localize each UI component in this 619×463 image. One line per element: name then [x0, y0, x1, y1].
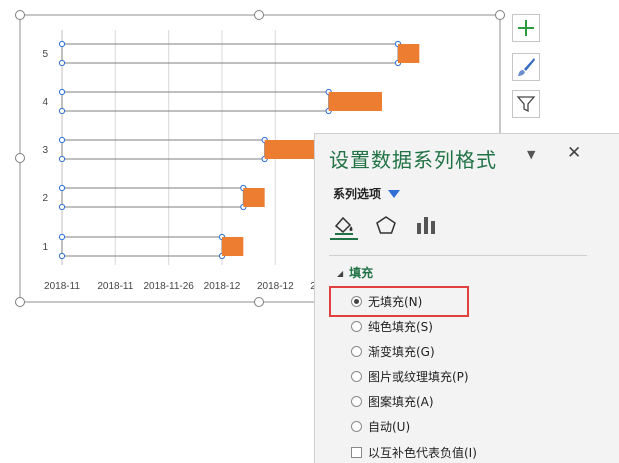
filter-icon — [516, 96, 536, 113]
highlight-annotation — [329, 286, 469, 317]
pane-title: 设置数据系列格式 — [329, 148, 497, 172]
close-icon[interactable]: ✕ — [567, 145, 581, 162]
chart-styles-button[interactable] — [512, 53, 540, 81]
selection-handle — [58, 155, 66, 163]
chevron-down-icon[interactable] — [388, 190, 400, 198]
selection-handle — [58, 40, 66, 48]
picture-fill-option[interactable]: 图片或纹理填充(P) — [351, 366, 469, 386]
pane-menu-button[interactable]: ▼ — [527, 148, 535, 161]
automatic-fill-option[interactable]: 自动(U) — [351, 416, 410, 436]
chart-resize-handle — [254, 297, 264, 307]
option-label: 图案填充(A) — [368, 394, 434, 409]
y-tick-label: 2 — [42, 193, 48, 204]
x-tick-label: 2018-11 — [44, 281, 80, 292]
checkbox[interactable] — [351, 446, 362, 458]
chart-resize-handle — [15, 153, 25, 163]
y-tick-label: 1 — [42, 242, 48, 253]
chart-resize-handle — [15, 10, 25, 20]
chart-elements-button[interactable] — [512, 14, 540, 42]
selection-handle — [58, 203, 66, 211]
series-options-icon[interactable] — [414, 214, 438, 236]
format-data-series-pane[interactable]: 设置数据系列格式 ▼ ✕ 系列选项 ◢ 填充 无填充(N) 纯色填充(S) 渐变填… — [314, 133, 619, 463]
radio-button[interactable] — [351, 320, 362, 332]
option-label: 以互补色代表负值(I) — [368, 445, 477, 460]
x-tick-label: 2018-12 — [257, 281, 294, 292]
collapse-triangle-icon: ◢ — [337, 269, 344, 278]
invert-if-negative-option[interactable]: 以互补色代表负值(I) — [351, 442, 477, 462]
solid-fill-option[interactable]: 纯色填充(S) — [351, 316, 433, 336]
chart-resize-handle — [254, 10, 264, 20]
brush-icon — [518, 58, 535, 76]
x-tick-label: 2018-11-26 — [143, 281, 194, 292]
y-tick-label: 3 — [42, 145, 48, 156]
y-tick-label: 4 — [42, 97, 48, 108]
selection-handle — [58, 233, 66, 241]
option-label: 图片或纹理填充(P) — [368, 369, 469, 384]
option-label: 纯色填充(S) — [368, 319, 433, 334]
x-tick-label: 2018-11 — [97, 281, 133, 292]
chart-resize-handle — [495, 10, 505, 20]
fill-section-label: 填充 — [349, 266, 374, 280]
selection-handle — [58, 107, 66, 115]
selection-handle — [58, 184, 66, 192]
radio-button[interactable] — [351, 420, 362, 432]
active-tab-indicator — [330, 238, 358, 240]
chart-filters-button[interactable] — [512, 90, 540, 118]
selection-handle — [58, 252, 66, 260]
radio-button[interactable] — [351, 345, 362, 357]
selection-handle — [58, 136, 66, 144]
x-tick-label: 2018-12 — [204, 281, 241, 292]
pattern-fill-option[interactable]: 图案填充(A) — [351, 391, 434, 411]
selection-handle — [58, 88, 66, 96]
effects-icon[interactable] — [374, 214, 398, 236]
option-label: 自动(U) — [368, 419, 411, 434]
duration-bar — [243, 188, 265, 207]
radio-button[interactable] — [351, 395, 362, 407]
option-label: 渐变填充(G) — [368, 344, 435, 359]
plus-icon — [518, 20, 534, 36]
divider — [329, 255, 587, 256]
series-options-dropdown[interactable]: 系列选项 — [333, 185, 381, 202]
duration-bar — [398, 44, 420, 63]
duration-bar — [328, 92, 382, 111]
chart-resize-handle — [15, 297, 25, 307]
y-tick-label: 5 — [42, 49, 48, 60]
gradient-fill-option[interactable]: 渐变填充(G) — [351, 341, 435, 361]
selection-handle — [58, 59, 66, 67]
radio-button[interactable] — [351, 370, 362, 382]
fill-line-icon[interactable] — [332, 214, 356, 236]
fill-section-header[interactable]: ◢ 填充 — [337, 264, 373, 281]
duration-bar — [222, 237, 244, 256]
